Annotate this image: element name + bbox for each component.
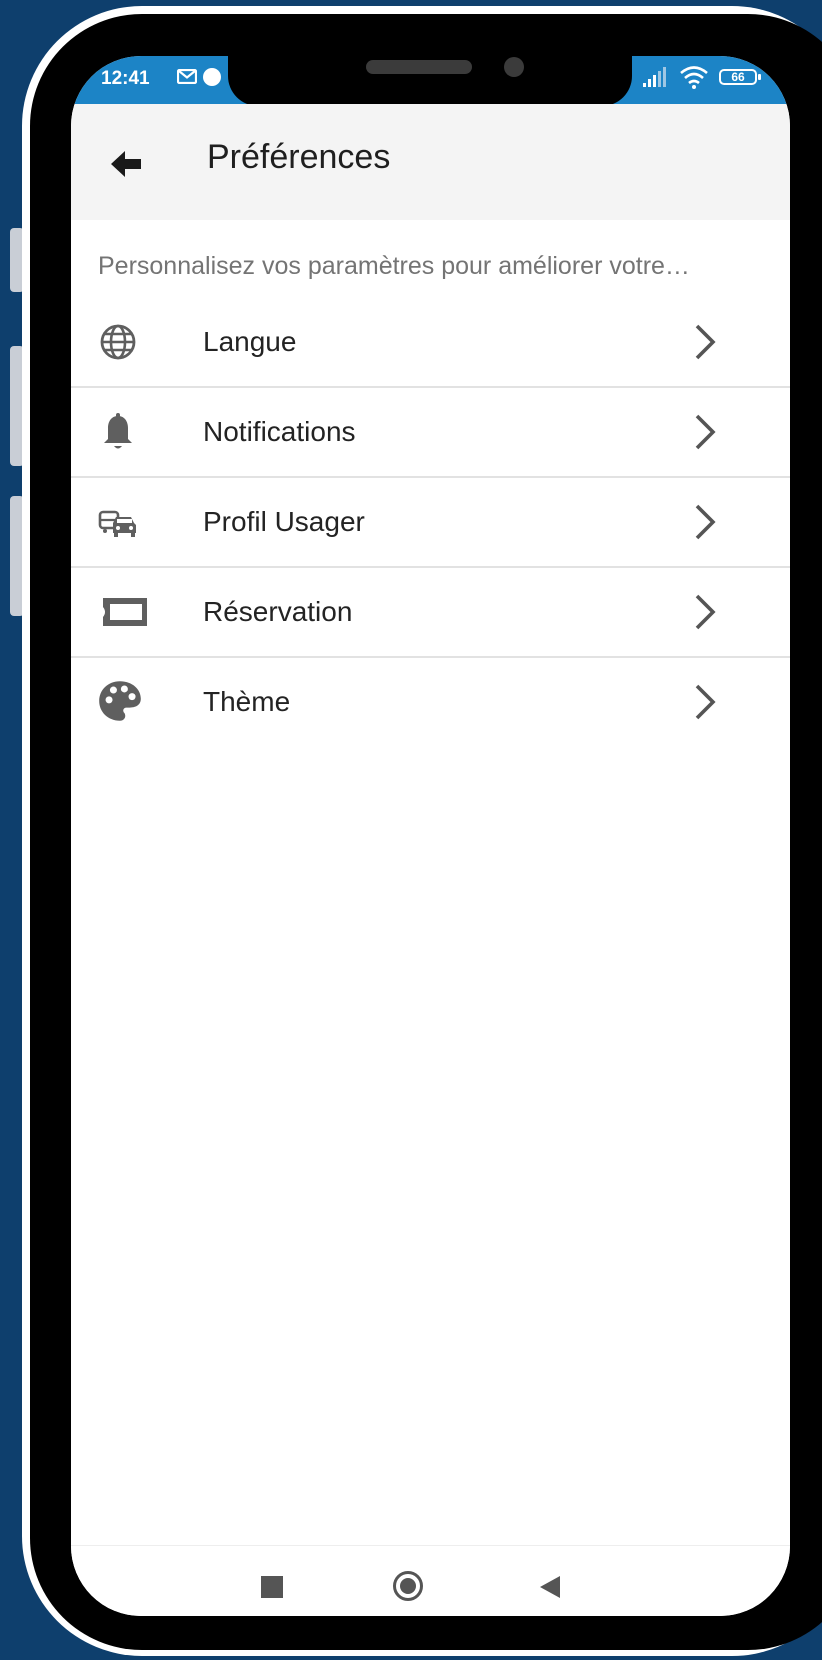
preferences-list: Langue Notifications Profil Usager Réser… [71,298,790,746]
menu-item-reservation[interactable]: Réservation [71,568,790,658]
chevron-right-icon [695,504,716,540]
intro-text: Personnalisez vos paramètres pour amélio… [98,252,690,280]
palette-icon [99,681,141,721]
app-notification-icon [203,68,221,86]
menu-item-theme[interactable]: Thème [71,658,790,746]
signal-icon [643,67,666,87]
menu-item-langue[interactable]: Langue [71,298,790,388]
globe-icon [100,324,136,360]
chevron-right-icon [695,414,716,450]
recents-square-icon[interactable] [261,1576,283,1598]
transport-icon [98,510,136,537]
battery-icon: 66 [719,69,761,85]
ticket-icon [103,598,147,626]
menu-item-label: Langue [203,326,297,357]
speaker-grille [366,60,472,74]
home-circle-icon[interactable] [393,1571,423,1601]
page-title: Préférences [207,138,391,176]
status-time: 12:41 [101,68,150,89]
menu-item-notifications[interactable]: Notifications [71,388,790,478]
bell-icon [104,413,132,449]
menu-item-label: Thème [203,686,291,717]
chevron-right-icon [695,324,716,360]
menu-item-label: Réservation [203,596,353,627]
battery-level: 66 [731,70,745,84]
mail-icon [177,69,197,84]
menu-item-label: Profil Usager [203,506,365,537]
system-nav-bar [71,1545,790,1616]
chevron-right-icon [695,594,716,630]
menu-item-label: Notifications [203,416,356,447]
camera-notch [228,56,632,106]
menu-item-profil-usager[interactable]: Profil Usager [71,478,790,568]
app-bar: Préférences [71,104,790,220]
phone-screen: 12:41 66 Préférences Personnalisez vos p… [71,56,790,1616]
back-triangle-icon[interactable] [538,1574,562,1600]
wifi-icon [680,66,708,89]
arrow-left-icon[interactable] [107,144,151,184]
front-camera [504,57,524,77]
chevron-right-icon [695,684,716,720]
